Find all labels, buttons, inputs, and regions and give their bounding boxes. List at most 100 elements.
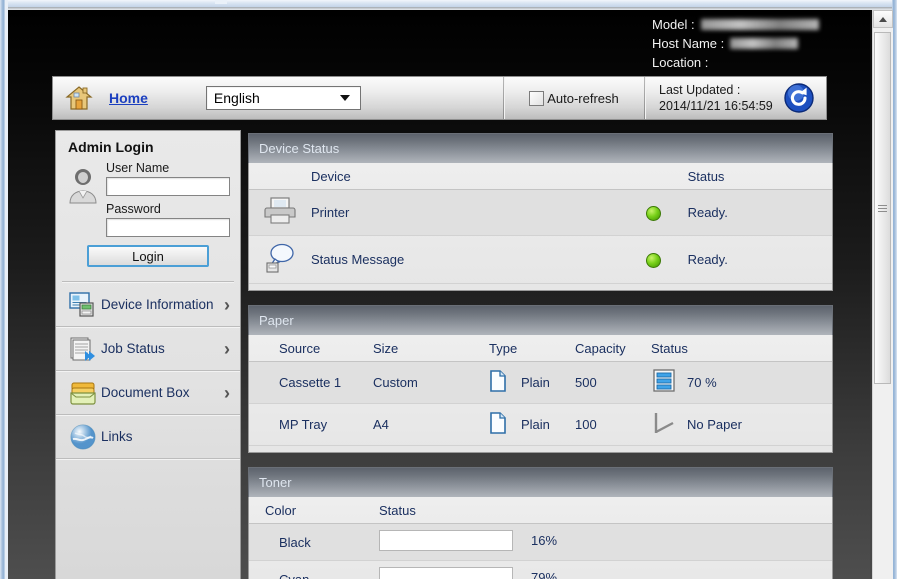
- model-label: Model :: [652, 17, 695, 32]
- paper-sheet-icon: [489, 412, 507, 437]
- column-source: Source: [279, 335, 373, 362]
- globe-icon: [68, 422, 98, 452]
- paper-header: Paper: [248, 305, 833, 335]
- toner-percent-label: 16%: [531, 533, 558, 548]
- device-status-header: Device Status: [248, 133, 833, 163]
- device-status-panel: Device Status Device Status Printer Read…: [248, 133, 833, 291]
- login-button[interactable]: Login: [87, 245, 209, 267]
- auto-refresh-group[interactable]: Auto-refresh: [504, 77, 644, 119]
- main-content: Device Status Device Status Printer Read…: [248, 133, 833, 579]
- username-label: User Name: [106, 161, 170, 175]
- location-label: Location :: [652, 55, 709, 70]
- chevron-down-icon: [339, 95, 350, 101]
- column-status: Status: [379, 497, 832, 524]
- scroll-up-button[interactable]: [873, 10, 893, 28]
- device-name: Status Message: [311, 235, 646, 284]
- sidebar-item-device-information[interactable]: Device Information ›: [56, 283, 240, 327]
- toner-level-bar: [379, 567, 513, 579]
- toner-color-name: Black: [265, 523, 379, 561]
- toner-panel: Toner Color Status Black 16% Cyan 79%: [248, 467, 833, 579]
- password-input[interactable]: [106, 218, 230, 237]
- toner-header: Toner: [248, 467, 833, 497]
- paper-type-cell: Plain: [489, 403, 575, 446]
- status-indicator-cell: [645, 189, 688, 236]
- sidebar-item-links[interactable]: Links: [56, 415, 240, 459]
- scroll-up-arrow-icon: [879, 16, 887, 22]
- paper-body: Source Size Type Capacity Status Cassett…: [248, 335, 833, 453]
- device-status-table: Device Status Printer Ready. Status Mess…: [249, 163, 832, 284]
- window-tab-stub: [215, 0, 227, 4]
- device-identification: Model : Host Name : Location :: [652, 15, 819, 72]
- password-label: Password: [106, 202, 161, 216]
- auto-refresh-label: Auto-refresh: [547, 90, 619, 106]
- paper-type-value: Plain: [521, 417, 550, 432]
- paper-type-cell: Plain: [489, 361, 575, 404]
- sidebar: Admin Login User Name Password Login Dev…: [55, 130, 241, 579]
- paper-tray-full-icon: [651, 368, 677, 397]
- paper-status-value: 70 %: [687, 375, 717, 390]
- table-row: Status Message Ready.: [249, 235, 832, 284]
- location-row: Location :: [652, 53, 819, 72]
- column-status: Status: [687, 163, 832, 190]
- refresh-circle-icon[interactable]: [784, 83, 814, 113]
- paper-status-cell: 70 %: [651, 361, 832, 404]
- panel-title: Paper: [259, 313, 294, 328]
- table-header-row: Color Status: [249, 497, 832, 524]
- job-status-icon: [68, 334, 98, 364]
- admin-login-panel: Admin Login User Name Password Login: [56, 131, 240, 277]
- panel-title: Toner: [259, 475, 292, 490]
- printer-icon: [263, 197, 297, 229]
- column-device: Device: [311, 163, 646, 190]
- admin-login-title: Admin Login: [68, 139, 154, 155]
- paper-size: Custom: [373, 361, 489, 404]
- toner-percent-label: 79%: [531, 570, 558, 579]
- device-status-value: Ready.: [687, 189, 832, 236]
- sidebar-item-document-box[interactable]: Document Box ›: [56, 371, 240, 415]
- paper-tray-empty-icon: [651, 410, 677, 439]
- header-bar: Home English Auto-refresh Last Updated :…: [52, 76, 827, 120]
- scrollbar-thumb[interactable]: [874, 32, 891, 384]
- paper-capacity: 100: [575, 403, 651, 446]
- device-name: Printer: [311, 189, 646, 236]
- sidebar-item-job-status[interactable]: Job Status ›: [56, 327, 240, 371]
- paper-table: Source Size Type Capacity Status Cassett…: [249, 335, 832, 446]
- status-green-indicator-icon: [645, 205, 661, 221]
- paper-capacity: 500: [575, 361, 651, 404]
- sidebar-item-label: Job Status: [101, 341, 165, 356]
- host-name-label: Host Name :: [652, 36, 725, 51]
- paper-size: A4: [373, 403, 489, 446]
- language-select[interactable]: English: [205, 86, 361, 110]
- chevron-right-icon: ›: [224, 338, 230, 359]
- panel-title: Device Status: [259, 141, 340, 156]
- header-left-group: Home English: [53, 77, 503, 119]
- model-row: Model :: [652, 15, 819, 34]
- paper-sheet-icon: [489, 370, 507, 395]
- column-capacity: Capacity: [575, 335, 651, 362]
- chevron-right-icon: ›: [224, 294, 230, 315]
- chevron-right-icon: ›: [224, 382, 230, 403]
- vertical-scrollbar[interactable]: [872, 10, 893, 579]
- status-message-icon-cell: [249, 235, 311, 284]
- status-message-icon: [263, 243, 297, 277]
- home-link[interactable]: Home: [109, 90, 148, 106]
- scrollbar-grip-icon: [878, 203, 887, 214]
- browser-window: Model : Host Name : Location : Home Engl…: [0, 0, 897, 579]
- printer-icon-cell: [249, 189, 311, 236]
- table-row: Cassette 1 Custom Plain 500 70 %: [249, 361, 832, 404]
- table-header-row: Device Status: [249, 163, 832, 190]
- host-name-value-redacted: [730, 38, 799, 49]
- last-updated-value: 2014/11/21 16:54:59: [659, 99, 773, 113]
- paper-source: Cassette 1: [279, 361, 373, 404]
- last-updated-group: Last Updated : 2014/11/21 16:54:59: [645, 77, 826, 119]
- username-input[interactable]: [106, 177, 230, 196]
- page-viewport: Model : Host Name : Location : Home Engl…: [8, 10, 870, 579]
- language-select-value: English: [213, 90, 260, 106]
- auto-refresh-checkbox[interactable]: [529, 90, 545, 106]
- toner-status-cell: 16%: [379, 523, 832, 561]
- device-information-icon: [68, 290, 98, 320]
- table-header-row: Source Size Type Capacity Status: [249, 335, 832, 362]
- status-indicator-cell: [645, 235, 688, 284]
- toner-body: Color Status Black 16% Cyan 79%: [248, 497, 833, 579]
- column-status: Status: [651, 335, 832, 362]
- toner-color-name: Cyan: [265, 560, 379, 579]
